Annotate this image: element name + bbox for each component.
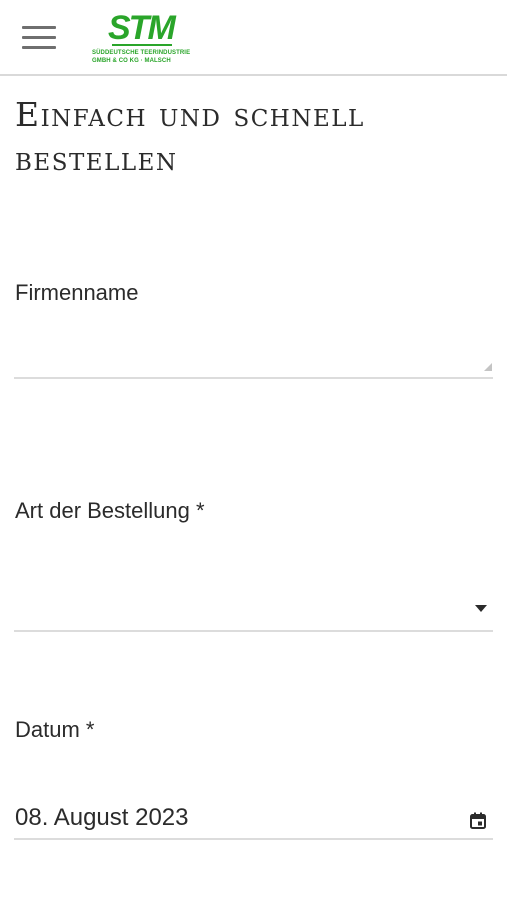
page-title: Einfach und schnell bestellen	[15, 95, 365, 178]
logo-underline	[112, 44, 172, 46]
menu-bar	[22, 36, 56, 39]
date-input[interactable]: 08. August 2023	[14, 795, 493, 839]
date-underline	[14, 838, 493, 840]
order-type-label: Art der Bestellung *	[15, 498, 205, 523]
company-logo[interactable]: STM SÜDDEUTSCHE TEERINDUSTRIE GMBH & CO …	[92, 10, 192, 68]
top-header: STM SÜDDEUTSCHE TEERINDUSTRIE GMBH & CO …	[0, 0, 507, 76]
resize-handle-icon[interactable]	[484, 363, 492, 371]
company-name-underline	[14, 377, 493, 379]
logo-mark: STM	[108, 9, 176, 47]
company-name-input[interactable]	[14, 318, 493, 376]
menu-bar	[22, 46, 56, 49]
date-value: 08. August 2023	[15, 804, 189, 831]
order-type-select[interactable]	[14, 580, 493, 630]
logo-tagline-1: SÜDDEUTSCHE TEERINDUSTRIE	[92, 50, 191, 56]
hamburger-menu-icon[interactable]	[22, 26, 56, 50]
order-type-underline	[14, 630, 493, 632]
date-label: Datum *	[15, 717, 95, 742]
calendar-icon[interactable]	[470, 812, 486, 829]
logo-tagline-2: GMBH & CO KG · MALSCH	[92, 58, 171, 64]
company-name-label: Firmenname	[15, 280, 139, 305]
caret-down-icon	[475, 605, 487, 612]
menu-bar	[22, 26, 56, 29]
